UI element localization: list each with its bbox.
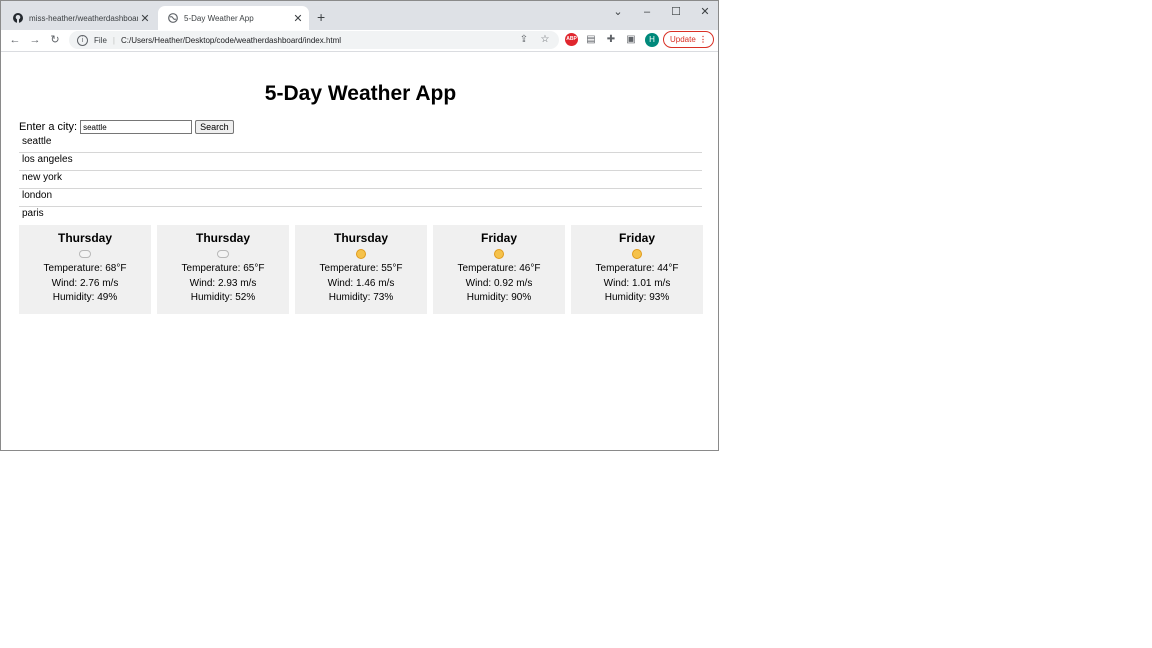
menu-dots-icon: ⋮ xyxy=(699,35,707,44)
address-bar[interactable]: i File | C:/Users/Heather/Desktop/code/w… xyxy=(69,31,559,49)
forecast-card: Friday Temperature: 44°F Wind: 1.01 m/s … xyxy=(571,225,703,314)
side-panel-icon[interactable]: ▣ xyxy=(624,33,638,47)
new-tab-icon[interactable]: + xyxy=(317,9,325,25)
forecast-temperature: Temperature: 55°F xyxy=(319,263,403,274)
forecast-wind: Wind: 1.01 m/s xyxy=(603,277,671,289)
forecast-day: Thursday xyxy=(333,231,388,245)
history-item[interactable]: london xyxy=(19,189,702,207)
adblock-icon[interactable]: ABP xyxy=(565,33,578,46)
forecast-card: Thursday Temperature: 65°F Wind: 2.93 m/… xyxy=(157,225,289,314)
tab-search-icon[interactable]: ⌄ xyxy=(603,3,633,21)
forecast-day: Thursday xyxy=(57,231,112,245)
browser-toolbar: ← → ↻ i File | C:/Users/Heather/Desktop/… xyxy=(1,30,718,52)
address-url: C:/Users/Heather/Desktop/code/weatherdas… xyxy=(120,35,342,45)
forecast-card: Friday Temperature: 46°F Wind: 0.92 m/s … xyxy=(433,225,565,314)
cloud-icon xyxy=(79,249,91,258)
search-history-list: seattle los angeles new york london pari… xyxy=(19,135,702,225)
search-form: Enter a city: Search xyxy=(19,120,234,134)
tab-title: 5-Day Weather App xyxy=(184,13,254,23)
cloud-icon xyxy=(217,249,229,258)
forecast-temperature: Temperature: 65°F xyxy=(181,263,265,274)
update-label: Update xyxy=(670,35,696,44)
city-search-input[interactable] xyxy=(80,120,193,134)
extension-doc-icon[interactable]: ▤ xyxy=(584,33,598,47)
forecast-day: Friday xyxy=(618,231,655,245)
search-label: Enter a city: xyxy=(19,121,78,133)
history-item[interactable]: paris xyxy=(19,207,702,225)
reload-icon[interactable]: ↻ xyxy=(47,32,63,48)
address-prefix: File xyxy=(94,35,107,45)
forecast-humidity: Humidity: 49% xyxy=(52,292,118,303)
github-icon xyxy=(13,13,23,23)
address-separator: | xyxy=(112,35,115,45)
forecast-cards: Thursday Temperature: 68°F Wind: 2.76 m/… xyxy=(19,225,703,314)
forecast-humidity: Humidity: 93% xyxy=(604,292,670,303)
minimize-icon[interactable]: – xyxy=(632,3,662,21)
tab-title: miss-heather/weatherdashboard xyxy=(29,13,138,23)
info-icon[interactable]: i xyxy=(77,34,88,46)
forecast-day: Friday xyxy=(480,231,517,245)
maximize-icon[interactable]: ☐ xyxy=(661,3,691,21)
puzzle-icon[interactable]: ✚ xyxy=(604,33,618,47)
forecast-humidity: Humidity: 52% xyxy=(190,292,256,303)
forecast-wind: Wind: 2.93 m/s xyxy=(189,277,257,289)
tab-github[interactable]: miss-heather/weatherdashboard ✕ xyxy=(3,6,156,30)
forecast-wind: Wind: 0.92 m/s xyxy=(465,277,533,289)
forecast-wind: Wind: 2.76 m/s xyxy=(51,277,119,289)
page-title: 5-Day Weather App xyxy=(264,82,457,105)
star-icon[interactable]: ☆ xyxy=(538,33,552,47)
forecast-humidity: Humidity: 73% xyxy=(328,292,394,303)
sun-icon xyxy=(494,248,504,259)
sun-icon xyxy=(356,248,366,259)
back-icon[interactable]: ← xyxy=(7,32,23,48)
history-item[interactable]: seattle xyxy=(19,135,702,153)
tab-strip: miss-heather/weatherdashboard ✕ 5-Day We… xyxy=(1,1,718,30)
forecast-card: Thursday Temperature: 55°F Wind: 1.46 m/… xyxy=(295,225,427,314)
avatar[interactable]: H xyxy=(645,33,659,47)
forecast-temperature: Temperature: 44°F xyxy=(595,263,679,274)
close-window-icon[interactable]: ✕ xyxy=(690,3,718,21)
history-item[interactable]: los angeles xyxy=(19,153,702,171)
update-button[interactable]: Update ⋮ xyxy=(663,31,714,48)
close-tab-icon[interactable]: ✕ xyxy=(291,12,305,25)
globe-icon xyxy=(168,13,178,23)
forecast-temperature: Temperature: 46°F xyxy=(457,263,541,274)
page-content: 5-Day Weather App Enter a city: Search s… xyxy=(1,52,718,450)
forecast-day: Thursday xyxy=(195,231,250,245)
share-icon[interactable]: ⇪ xyxy=(517,33,531,47)
history-item[interactable]: new york xyxy=(19,171,702,189)
close-tab-icon[interactable]: ✕ xyxy=(138,12,152,25)
tab-weather-app[interactable]: 5-Day Weather App ✕ xyxy=(158,6,309,30)
browser-window: miss-heather/weatherdashboard ✕ 5-Day We… xyxy=(0,0,719,451)
search-button[interactable]: Search xyxy=(195,120,234,134)
forecast-temperature: Temperature: 68°F xyxy=(43,263,127,274)
forecast-humidity: Humidity: 90% xyxy=(466,292,532,303)
sun-icon xyxy=(632,248,642,259)
forward-icon[interactable]: → xyxy=(27,32,43,48)
forecast-wind: Wind: 1.46 m/s xyxy=(327,277,395,289)
forecast-card: Thursday Temperature: 68°F Wind: 2.76 m/… xyxy=(19,225,151,314)
